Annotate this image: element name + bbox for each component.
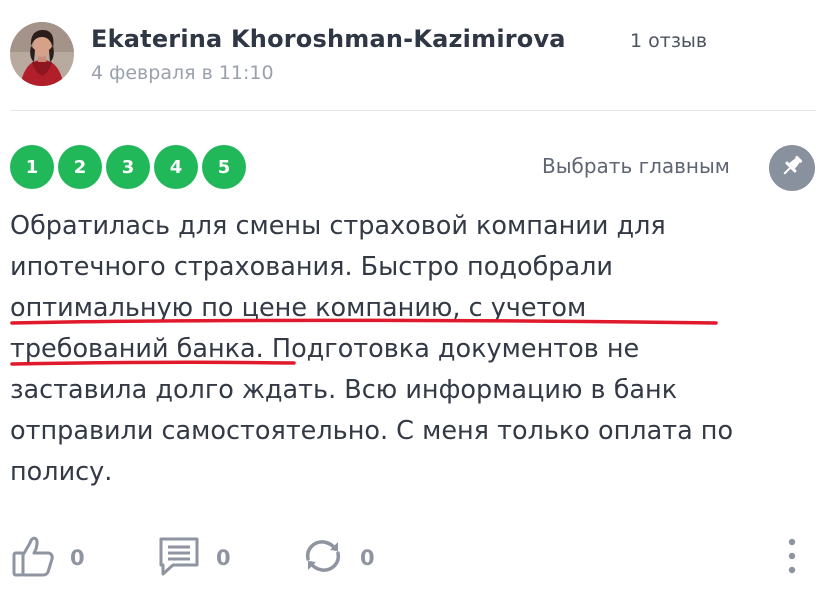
- header-divider: [10, 110, 816, 111]
- repost-count: 0: [360, 546, 375, 570]
- rating-circle-5: 5: [202, 145, 246, 189]
- pin-icon: [779, 153, 805, 183]
- rating-circle-4: 4: [154, 145, 198, 189]
- review-line: оптимальную по цене компанию, с учетом: [10, 293, 587, 323]
- review-count[interactable]: 1 отзыв: [630, 30, 707, 52]
- author-avatar[interactable]: [10, 22, 74, 86]
- comment-icon[interactable]: [156, 533, 202, 583]
- review-line: требований банка. Подготовка документов …: [10, 334, 640, 364]
- more-options-button[interactable]: [782, 538, 802, 578]
- rating-circle-1: 1: [10, 145, 54, 189]
- pin-button[interactable]: [769, 145, 815, 191]
- review-actions: 0 0 0: [10, 534, 816, 582]
- review-text: Обратилась для смены страховой компании …: [10, 206, 816, 493]
- repost-action[interactable]: 0: [300, 534, 375, 582]
- repost-icon[interactable]: [300, 533, 346, 583]
- post-date: 4 февраля в 11:10: [91, 62, 274, 84]
- rating-circle-3: 3: [106, 145, 150, 189]
- review-line: полису.: [10, 457, 113, 487]
- like-action[interactable]: 0: [10, 534, 85, 582]
- more-vertical-icon[interactable]: [788, 536, 796, 580]
- comment-count: 0: [216, 546, 231, 570]
- choose-main-label[interactable]: Выбрать главным: [542, 154, 730, 178]
- review-line: заставила долго ждать. Всю информацию в …: [10, 375, 678, 405]
- rating-stars: 1 2 3 4 5: [10, 145, 246, 189]
- author-name[interactable]: Ekaterina Khoroshman-Kazimirova: [91, 25, 566, 53]
- comment-action[interactable]: 0: [156, 534, 231, 582]
- review-header: Ekaterina Khoroshman-Kazimirova 1 отзыв …: [10, 22, 816, 88]
- thumbs-up-icon[interactable]: [10, 533, 56, 583]
- review-line: ипотечного страхования. Быстро подобрали: [10, 252, 613, 282]
- rating-circle-2: 2: [58, 145, 102, 189]
- like-count: 0: [70, 546, 85, 570]
- review-line: отправили самостоятельно. С меня только …: [10, 416, 734, 446]
- review-line: Обратилась для смены страховой компании …: [10, 211, 666, 241]
